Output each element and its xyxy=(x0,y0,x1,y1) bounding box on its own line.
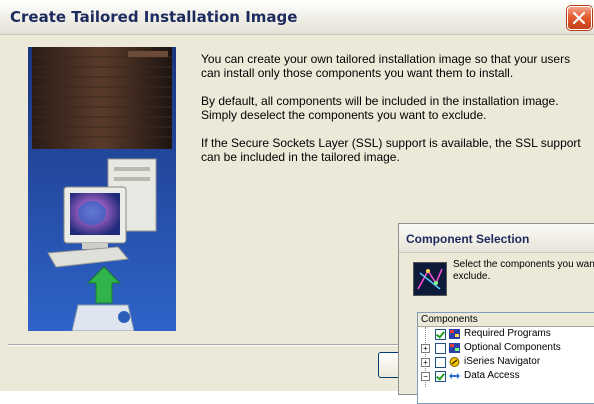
close-button[interactable] xyxy=(567,6,592,30)
iseries-navigator-checkbox[interactable] xyxy=(435,357,446,368)
description-paragraph-1: You can create your own tailored install… xyxy=(201,52,571,80)
collapse-icon[interactable]: − xyxy=(421,372,430,381)
dialog-instruction: Select the components you want exclude. xyxy=(453,259,594,283)
wizard-illustration xyxy=(28,47,176,331)
tree-item-label: iSeries Navigator xyxy=(464,356,541,367)
tree-item-label: Required Programs xyxy=(464,328,551,339)
tree-item-iseries-navigator[interactable]: + iSeries Navigator xyxy=(418,355,594,369)
data-access-checkbox[interactable] xyxy=(435,371,446,382)
expand-icon[interactable]: + xyxy=(421,358,430,367)
data-access-icon xyxy=(449,373,460,379)
components-column-header: Components xyxy=(418,313,594,327)
tree-item-data-access[interactable]: − Data Access xyxy=(418,369,594,383)
expand-icon[interactable]: + xyxy=(421,344,430,353)
window-title: Create Tailored Installation Image xyxy=(10,8,298,26)
components-wizard-icon xyxy=(413,262,447,296)
components-tree[interactable]: Components Required Programs + Optional … xyxy=(417,312,594,404)
description-paragraph-3: If the Secure Sockets Layer (SSL) suppor… xyxy=(201,136,581,164)
tree-item-label: Optional Components xyxy=(464,342,561,353)
optional-components-icon xyxy=(449,343,460,353)
dialog-instruction-line-1: Select the components you want xyxy=(453,259,594,270)
tree-item-optional-components[interactable]: + Optional Components xyxy=(418,341,594,355)
required-programs-icon xyxy=(449,329,460,339)
required-programs-checkbox[interactable] xyxy=(435,329,446,340)
tree-item-label: Data Access xyxy=(464,370,520,381)
tree-item-required-programs[interactable]: Required Programs xyxy=(418,327,594,341)
close-icon xyxy=(573,12,585,24)
dialog-title-bar: Component Selection xyxy=(399,224,594,253)
description-text: You can create your own tailored install… xyxy=(201,52,586,178)
description-paragraph-2: By default, all components will be inclu… xyxy=(201,94,559,122)
title-bar: Create Tailored Installation Image xyxy=(0,0,594,35)
dialog-title: Component Selection xyxy=(406,232,530,246)
iseries-navigator-icon xyxy=(449,357,460,367)
component-selection-dialog: Component Selection Select the component… xyxy=(398,223,594,404)
dialog-instruction-line-2: exclude. xyxy=(453,271,491,282)
optional-components-checkbox[interactable] xyxy=(435,343,446,354)
